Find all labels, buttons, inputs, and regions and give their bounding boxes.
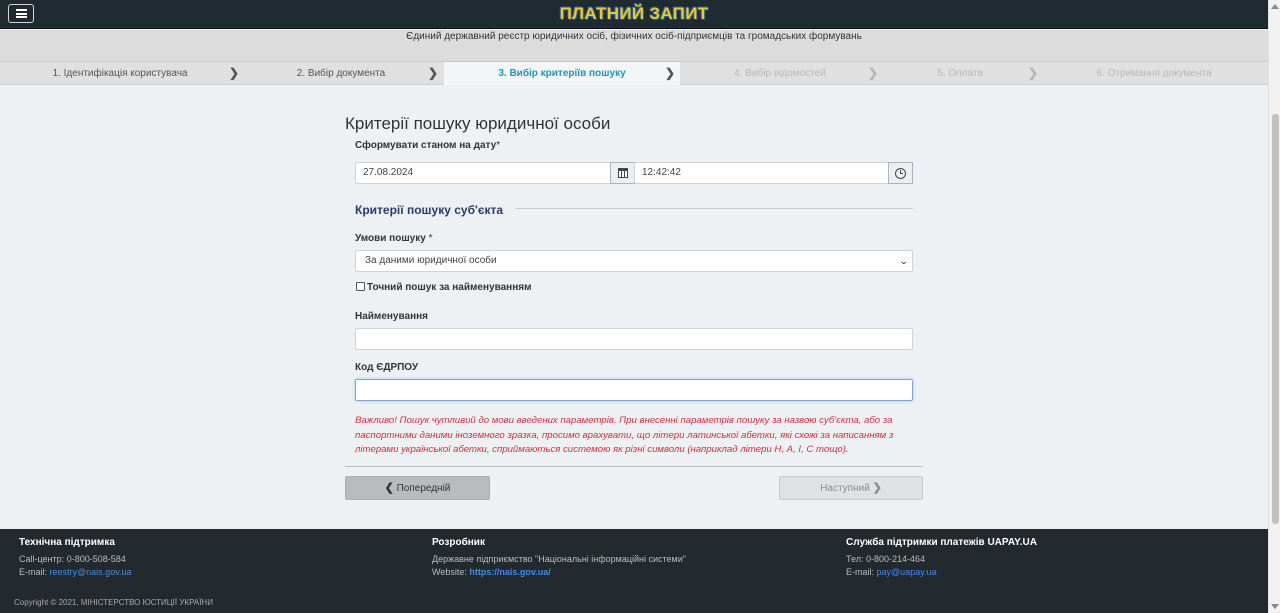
step-document-receipt: 6. Отримання документа	[1096, 68, 1212, 79]
section-divider	[515, 208, 913, 209]
time-input[interactable]: 12:42:42	[634, 162, 890, 184]
developer-website: Website: https://nais.gov.ua/	[432, 567, 551, 577]
chevron-right-icon: ❯	[1028, 66, 1039, 80]
page-scrollbar[interactable]	[1268, 0, 1280, 613]
date-input[interactable]: 27.08.2024	[355, 162, 611, 184]
section-title: Критерії пошуку суб'єкта	[355, 203, 504, 217]
step-info-choice: 4. Вибір відомостей	[734, 68, 826, 79]
step-document-choice[interactable]: 2. Вибір документа	[240, 62, 442, 85]
chevron-down-icon: ⌄	[898, 256, 909, 266]
page-title: Критерії пошуку юридичної особи	[345, 114, 611, 133]
copyright: Copyright © 2021, МІНІСТЕРСТВО ЮСТИЦІЇ У…	[14, 598, 213, 607]
next-button[interactable]: Наступний ❯	[779, 476, 923, 500]
developer-org: Державне підприємство "Національні інфор…	[432, 554, 686, 564]
scroll-down-icon[interactable]	[1271, 604, 1279, 609]
chevron-right-icon: ❯	[229, 66, 240, 80]
exact-search-label[interactable]: Точний пошук за найменуванням	[367, 282, 531, 293]
scroll-up-icon[interactable]	[1271, 4, 1279, 9]
top-bar: ПЛАТНИЙ ЗАПИТ	[0, 0, 1268, 29]
support-title: Технічна підтримка	[19, 537, 115, 548]
step-payment: 5. Оплата	[937, 68, 983, 79]
calendar-icon	[617, 168, 628, 178]
conditions-label: Умови пошуку *	[355, 233, 433, 244]
name-input[interactable]	[355, 328, 913, 350]
date-label: Сформувати станом на дату*	[355, 140, 501, 151]
previous-button[interactable]: ❮ Попередній	[345, 476, 490, 500]
step-search-criteria[interactable]: 3. Вибір критеріїв пошуку	[444, 62, 680, 85]
payments-title: Служба підтримки платежів UAPAY.UA	[846, 537, 1037, 548]
wizard-steps: 1. Ідентифікація користувача ❯ 2. Вибір …	[0, 62, 1268, 85]
form-divider	[345, 466, 923, 467]
chevron-right-icon: ❯	[872, 482, 882, 494]
edrpou-input[interactable]	[355, 379, 913, 401]
registry-banner: Єдиний державний реєстр юридичних осіб, …	[0, 30, 1268, 62]
footer: Технічна підтримка Call-центр: 0-800-508…	[0, 529, 1268, 613]
payments-email-link[interactable]: pay@uapay.ua	[877, 567, 937, 577]
conditions-select[interactable]: За даними юридичної особи	[355, 250, 913, 272]
payments-phone: Тел: 0-800-214-464	[846, 554, 926, 564]
support-email-link[interactable]: reestry@nais.gov.ua	[50, 567, 132, 577]
developer-title: Розробник	[432, 537, 485, 548]
chevron-left-icon: ❮	[384, 482, 394, 494]
payments-email: E-mail: pay@uapay.ua	[846, 567, 937, 577]
support-callcenter: Call-центр: 0-800-508-584	[19, 554, 126, 564]
chevron-right-icon: ❯	[665, 66, 676, 80]
calendar-button[interactable]	[610, 162, 635, 184]
language-warning: Важливо! Пошук чутливий до мови введених…	[355, 415, 894, 455]
edrpou-label: Код ЄДРПОУ	[355, 362, 419, 373]
step-identification[interactable]: 1. Ідентифікація користувача	[0, 62, 240, 85]
registry-name: Єдиний державний реєстр юридичних осіб, …	[406, 31, 862, 42]
brand-title: ПЛАТНИЙ ЗАПИТ	[559, 4, 709, 23]
developer-website-link[interactable]: https://nais.gov.ua/	[469, 567, 550, 577]
name-label: Найменування	[355, 311, 428, 322]
exact-search-checkbox[interactable]	[356, 282, 365, 291]
support-email: E-mail: reestry@nais.gov.ua	[19, 567, 132, 577]
chevron-right-icon: ❯	[868, 66, 879, 80]
clock-button[interactable]	[888, 162, 913, 184]
clock-icon	[895, 167, 906, 179]
chevron-right-icon: ❯	[428, 66, 439, 80]
scroll-thumb[interactable]	[1272, 114, 1279, 524]
